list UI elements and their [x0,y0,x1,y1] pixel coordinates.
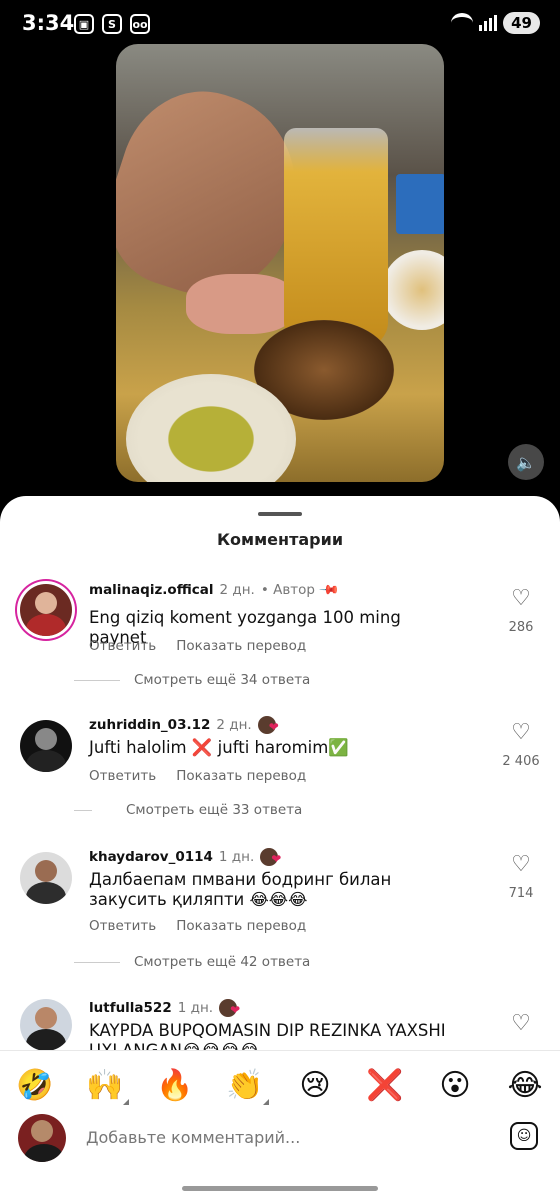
divider [74,961,120,963]
comment-username[interactable]: khaydarov_0114 [89,849,213,865]
shazam-icon: S [102,14,122,34]
comments-sheet: Комментарии malinaqiz.offical 2 дн. • Ав… [0,496,560,1200]
divider [74,679,120,681]
comment: malinaqiz.offical 2 дн. • Автор 📌 Eng qi… [0,578,560,732]
view-more-replies-label: Смотреть ещё 34 ответа [134,672,311,688]
heart-icon[interactable]: ♡ [496,722,546,744]
reply-button[interactable]: Ответить [89,768,156,784]
comment-username[interactable]: malinaqiz.offical [89,582,214,598]
view-more-replies-label: Смотреть ещё 42 ответа [134,954,311,970]
translate-button[interactable]: Показать перевод [176,768,306,784]
comment: khaydarov_0114 1 дн. ❤ Далбаепам пмвани … [0,848,560,978]
emoji-clap[interactable]: 👏 [225,1068,269,1105]
reply-button[interactable]: Ответить [89,918,156,934]
wifi-icon [451,13,474,33]
volume-button[interactable]: 🔈 [508,444,544,480]
emoji-surprised[interactable]: 😮 [435,1068,475,1103]
status-time: 3:34 [22,11,75,35]
comment-text: KAYPDA BUPQOMASIN DIP REZINKA YAXSHI UXL… [89,1021,446,1051]
author-badge: • Автор [260,582,315,598]
voicemail-icon: oo [130,14,150,34]
avatar[interactable] [20,999,72,1051]
emoji-cross[interactable]: ❌ [365,1068,405,1103]
video-preview[interactable] [116,44,444,482]
comment: zuhriddin_03.12 2 дн. ❤ Jufti halolim ❌ … [0,716,560,846]
divider [74,809,92,811]
my-avatar[interactable] [18,1114,66,1162]
emoji-rofl[interactable]: 🤣 [15,1068,55,1103]
view-more-replies-label: Смотреть ещё 33 ответа [126,802,303,818]
avatar[interactable] [20,584,72,636]
view-more-replies[interactable]: Смотреть ещё 33 ответа [74,802,302,818]
heart-icon: ❤ [230,1003,241,1017]
comment: lutfulla522 1 дн. ❤ KAYPDA BUPQOMASIN DI… [0,999,560,1051]
creator-liked-badge: ❤ [257,716,282,734]
comment-username[interactable]: zuhriddin_03.12 [89,717,210,733]
screen-record-icon: ▣ [74,14,94,34]
view-more-replies[interactable]: Смотреть ещё 34 ответа [74,672,310,688]
comment-date: 1 дн. [177,1000,214,1016]
sheet-title: Комментарии [216,530,344,549]
heart-icon[interactable]: ♡ [496,1013,546,1035]
heart-icon[interactable]: ♡ [496,854,546,876]
heart-icon: ❤ [271,852,282,866]
view-more-replies[interactable]: Смотреть ещё 42 ответа [74,954,310,970]
emoji-quick-bar: 🤣 🙌 🔥 👏 😢 ❌ 😮 😂 [0,1050,560,1119]
volume-icon: 🔈 [516,452,536,472]
avatar[interactable] [20,852,72,904]
sticker-icon[interactable]: ☺ [510,1122,538,1150]
compose-bar: Добавьте комментарий... ☺ [0,1114,560,1186]
pin-icon: 📌 [318,578,341,602]
heart-icon: ❤ [268,720,279,734]
comment-text: Далбаепам пмвани бодринг билан закусить … [89,870,392,909]
comment-text: Jufti halolim ❌ jufti haromim✅ [89,738,349,757]
emoji-raising-hands[interactable]: 🙌 [85,1068,129,1105]
comment-input[interactable]: Добавьте комментарий... [86,1128,300,1147]
heart-icon[interactable]: ♡ [496,588,546,610]
battery-indicator: 49 [503,12,540,34]
creator-liked-badge: ❤ [219,999,243,1017]
drag-handle[interactable] [258,512,302,516]
status-bar: 3:34 ▣ S oo 49 [0,0,560,50]
comment-date: 2 дн. [216,717,252,733]
home-indicator [182,1186,378,1191]
emoji-crying[interactable]: 😢 [295,1068,335,1103]
comment-date: 1 дн. [218,849,255,865]
signal-icon [479,15,498,31]
like-count: 2 406 [502,754,540,769]
translate-button[interactable]: Показать перевод [176,638,306,654]
creator-liked-badge: ❤ [260,848,284,866]
comment-date: 2 дн. [219,582,255,598]
avatar[interactable] [20,720,72,772]
emoji-tears-of-joy[interactable]: 😂 [505,1068,545,1103]
reply-button[interactable]: Ответить [89,638,156,654]
like-count: 286 [508,620,534,635]
comment-username[interactable]: lutfulla522 [89,1000,172,1016]
emoji-fire[interactable]: 🔥 [155,1068,195,1103]
like-count: 714 [508,886,534,901]
translate-button[interactable]: Показать перевод [176,918,306,934]
